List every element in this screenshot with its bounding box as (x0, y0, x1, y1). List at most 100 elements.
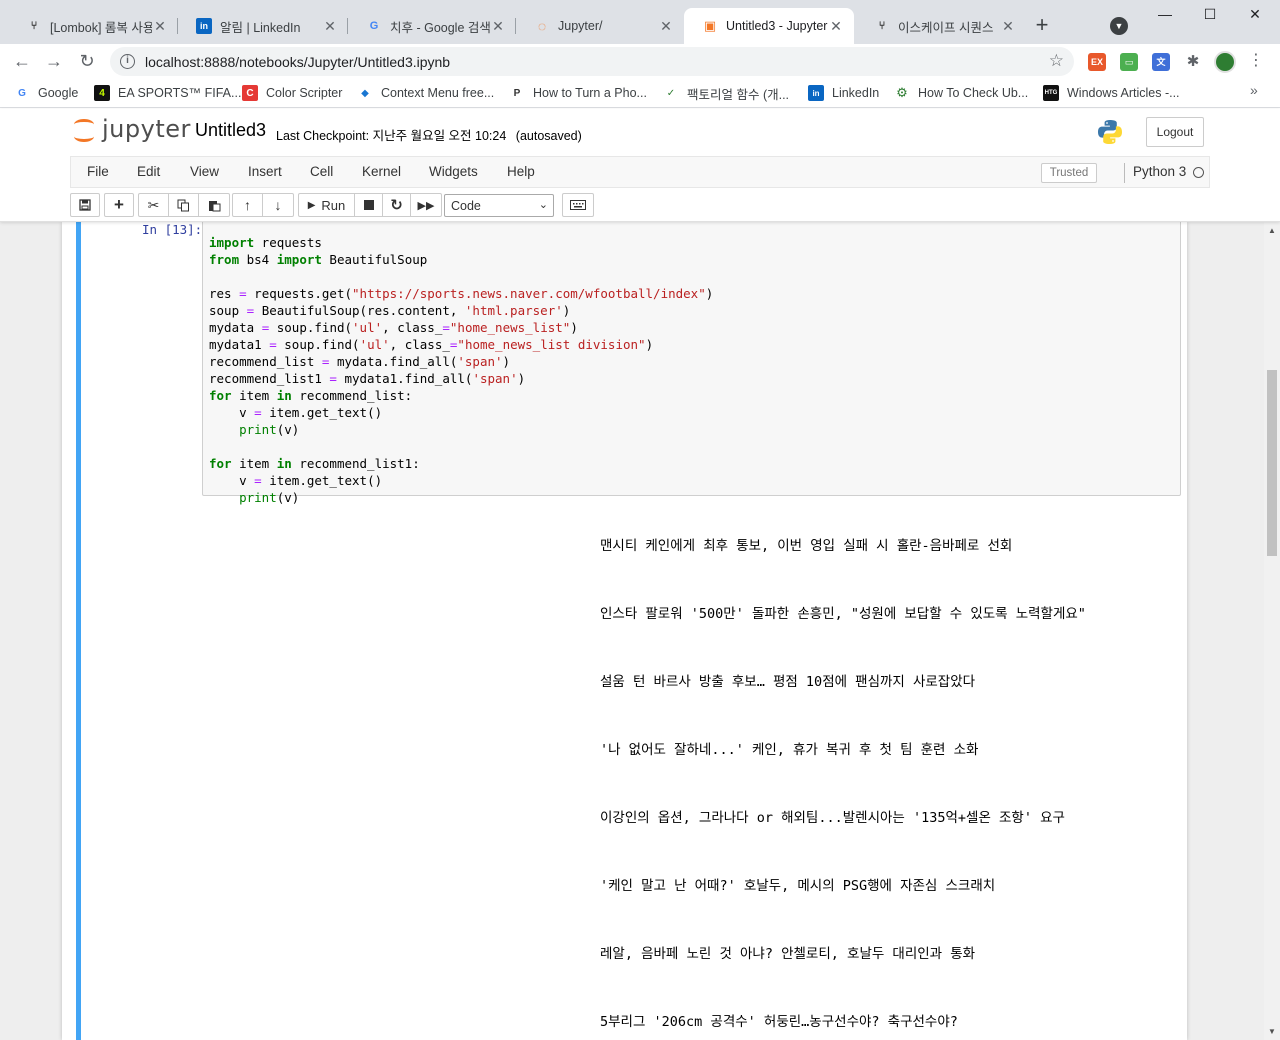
notebook-name[interactable]: Untitled3 (195, 120, 266, 141)
site-info-icon[interactable]: i (120, 54, 135, 69)
move-down-icon[interactable]: ↓ (263, 194, 293, 216)
close-icon[interactable]: ✕ (658, 18, 674, 35)
tab-title: 치후 - Google 검색 (390, 20, 490, 35)
menu-edit[interactable]: Edit (137, 164, 160, 179)
pinterest-icon: P (513, 87, 521, 99)
scroll-thumb[interactable] (1267, 370, 1277, 556)
bookmark-star-icon[interactable]: ☆ (1049, 51, 1064, 71)
scroll-down-icon[interactable]: ▼ (1268, 1027, 1276, 1036)
close-icon[interactable]: ✕ (1000, 18, 1016, 35)
copy-icon[interactable] (169, 194, 199, 216)
paste-icon[interactable] (199, 194, 229, 216)
checkpoint-time: 지난주 월요일 오전 10:24 (372, 129, 507, 143)
url-text[interactable]: localhost:8888/notebooks/Jupyter/Untitle… (145, 54, 450, 70)
bookmark-windows-articles[interactable]: HTG Windows Articles -... (1043, 84, 1180, 102)
code-line: print(v) (239, 422, 300, 437)
tab-google-search[interactable]: G 치후 - Google 검색 ✕ (348, 8, 516, 44)
maximize-icon[interactable]: ☐ (1195, 6, 1225, 26)
code-line: v = item.get_text() (209, 473, 383, 488)
bookmark-factorial[interactable]: ✓ 팩토리얼 함수 (개... (663, 84, 789, 102)
tab-title: 이스케이프 시퀀스 (898, 20, 994, 35)
page-scrollbar[interactable]: ▲ ▼ (1264, 222, 1280, 1040)
bookmark-ea-sports[interactable]: 4 EA SPORTS™ FIFA... (94, 84, 241, 102)
bookmark-linkedin[interactable]: in LinkedIn (808, 84, 879, 102)
output-line: '케인 말고 난 어때?' 호날두, 메시의 PSG행에 자존심 스크래치 (600, 878, 996, 894)
tab-escape-sequence[interactable]: ⑂ 이스케이프 시퀀스 ✕ (856, 8, 1026, 44)
menu-help[interactable]: Help (507, 164, 535, 179)
extension-translate-icon[interactable]: 文 (1152, 53, 1170, 71)
tab-search-icon[interactable]: ▼ (1110, 17, 1128, 35)
output-line: 5부리그 '206cm 공격수' 허둥린…농구선수야? 축구선수야? (600, 1014, 958, 1030)
bookmark-google[interactable]: G Google (14, 84, 78, 102)
profile-avatar[interactable] (1214, 51, 1236, 73)
menu-kernel[interactable]: Kernel (362, 164, 401, 179)
save-icon[interactable] (71, 194, 99, 216)
extensions-puzzle-icon[interactable]: ✱ (1184, 53, 1202, 71)
browser-menu-icon[interactable]: ⋮ (1248, 51, 1264, 71)
bookmark-context-menu[interactable]: ◆ Context Menu free... (357, 84, 494, 102)
kernel-name[interactable]: Python 3 (1133, 164, 1186, 179)
jupyter-icon: ◌ (537, 18, 547, 34)
code-cell-input[interactable]: import requests from bs4 import Beautifu… (202, 222, 1181, 505)
bookmarks-overflow-icon[interactable]: » (1250, 82, 1258, 98)
kernel-idle-icon (1193, 167, 1204, 178)
bookmark-color-scripter[interactable]: C Color Scripter (242, 84, 342, 102)
address-bar[interactable]: i localhost:8888/notebooks/Jupyter/Untit… (110, 47, 1074, 76)
jupyter-menubar: File Edit View Insert Cell Kernel Widget… (70, 156, 1210, 188)
menu-cell[interactable]: Cell (310, 164, 333, 179)
lombok-icon: ⑂ (30, 20, 38, 32)
trusted-indicator[interactable]: Trusted (1041, 163, 1097, 183)
bookmark-check-ubuntu[interactable]: ⚙ How To Check Ub... (894, 84, 1028, 102)
stop-icon[interactable] (355, 194, 383, 216)
menu-insert[interactable]: Insert (248, 164, 282, 179)
vue-icon: ✓ (666, 87, 676, 99)
linkedin-icon: in (196, 18, 212, 34)
reload-icon[interactable]: ↻ (75, 50, 99, 74)
extension-ex-icon[interactable]: EX (1088, 53, 1106, 71)
close-icon[interactable]: ✕ (322, 18, 338, 35)
extension-screen-icon[interactable]: ▭ (1120, 53, 1138, 71)
close-icon[interactable]: ✕ (490, 18, 506, 35)
run-button[interactable]: ▶ Run (299, 194, 355, 216)
tab-jupyter-tree[interactable]: ◌ Jupyter/ ✕ (516, 8, 684, 44)
menu-widgets[interactable]: Widgets (429, 164, 478, 179)
tab-title: Jupyter/ (558, 19, 603, 33)
restart-icon[interactable]: ↻ (383, 194, 411, 216)
edit-group: ✂ (138, 193, 230, 217)
jupyter-logo[interactable]: jupyter (72, 115, 191, 143)
tab-lombok[interactable]: ⑂ [Lombok] 롬복 사용 ✕ (8, 8, 178, 44)
bookmark-how-to-turn[interactable]: P How to Turn a Pho... (509, 84, 647, 102)
close-icon[interactable]: ✕ (828, 18, 844, 35)
close-icon[interactable]: ✕ (152, 18, 168, 35)
logout-button[interactable]: Logout (1146, 117, 1204, 147)
cell-output: 맨시티 케인에게 최후 통보, 이번 영입 실패 시 홀란-음바페로 선회 인스… (600, 534, 1086, 1040)
notebook-area: In [13]: import requests from bs4 import… (0, 222, 1264, 1040)
scroll-up-icon[interactable]: ▲ (1268, 226, 1276, 235)
tab-linkedin[interactable]: in 알림 | LinkedIn ✕ (178, 8, 348, 44)
window-close-icon[interactable]: ✕ (1240, 6, 1270, 26)
google-icon: G (369, 20, 379, 32)
output-line: 레알, 음바페 노린 것 아냐? 안첼로티, 호날두 대리인과 통화 (600, 946, 976, 962)
keyboard-shortcuts-icon[interactable] (562, 193, 594, 217)
insert-group: + (104, 193, 134, 217)
forward-icon[interactable]: → (42, 50, 66, 74)
tab-untitled3[interactable]: ▣ Untitled3 - Jupyter ✕ (684, 8, 854, 44)
insert-cell-icon[interactable]: + (105, 194, 133, 216)
code-line: recommend_list1 = mydata1.find_all('span… (209, 371, 526, 386)
new-tab-button[interactable]: + (1030, 14, 1054, 38)
minimize-icon[interactable]: — (1150, 6, 1180, 26)
move-up-icon[interactable]: ↑ (233, 194, 263, 216)
input-prompt: In [13]: (142, 222, 203, 237)
run-icon: ▶ (307, 199, 316, 211)
cut-icon[interactable]: ✂ (139, 194, 169, 216)
menu-file[interactable]: File (87, 164, 109, 179)
bookmark-label: Context Menu free... (381, 86, 495, 100)
back-icon[interactable]: ← (10, 50, 34, 74)
cell-type-select[interactable]: Code ⌄ (444, 194, 554, 217)
code-line: res = requests.get("https://sports.news.… (209, 286, 714, 301)
code-editor[interactable]: import requests from bs4 import Beautifu… (209, 222, 713, 506)
menu-view[interactable]: View (190, 164, 219, 179)
restart-run-all-icon[interactable]: ▶▶ (411, 194, 441, 216)
bookmark-label: LinkedIn (832, 86, 880, 100)
jupyter-header: jupyter Untitled3 Last Checkpoint: 지난주 월… (0, 109, 1280, 222)
